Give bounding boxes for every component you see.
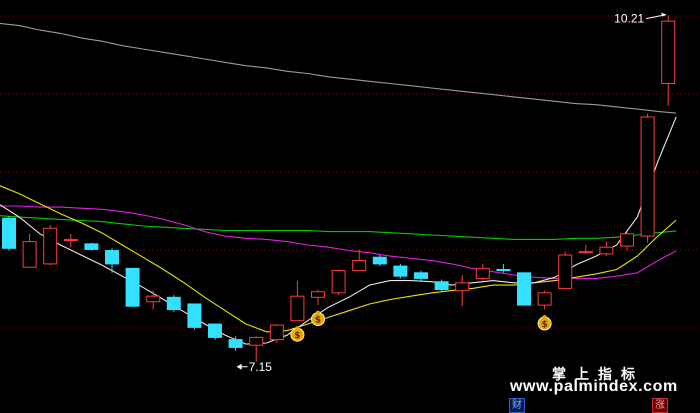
candle-body <box>558 254 573 289</box>
money-bag-symbol: $ <box>541 320 547 330</box>
candle <box>537 290 552 310</box>
candle <box>496 263 511 273</box>
candle <box>331 269 346 296</box>
ma-line-gray <box>0 22 677 114</box>
candle-body <box>331 270 346 294</box>
candle-body <box>620 233 634 247</box>
money-bag-symbol: $ <box>294 331 300 341</box>
candle-body <box>187 303 202 328</box>
candle <box>434 279 449 292</box>
money-bag-knot <box>542 315 547 320</box>
candle-body <box>208 323 222 338</box>
candle <box>2 216 16 251</box>
min-price-label: 7.15 <box>249 360 273 374</box>
candle <box>22 233 37 268</box>
candle <box>661 15 676 106</box>
candle <box>63 233 78 248</box>
candle-body <box>311 291 325 298</box>
candle-body <box>578 251 593 254</box>
watermark-url: www.palmindex.com <box>510 378 678 395</box>
candle <box>640 113 655 243</box>
candle <box>311 289 325 306</box>
finance-tag[interactable]: 财 <box>509 398 525 413</box>
candle-body <box>2 217 16 249</box>
candle-body <box>105 250 119 265</box>
candle <box>249 336 264 362</box>
candle <box>620 231 634 251</box>
candle-body <box>166 296 181 311</box>
candle-body <box>228 339 243 348</box>
candle <box>414 270 428 281</box>
candle <box>290 280 305 322</box>
candle <box>228 336 243 351</box>
ma-line-green <box>0 215 677 240</box>
candle <box>208 323 222 340</box>
candle-body <box>63 238 78 242</box>
candle-body <box>372 256 387 265</box>
candle-body <box>393 265 408 277</box>
ma-line-magenta <box>0 205 677 279</box>
min-arrow-head <box>236 363 242 370</box>
candle-body <box>125 267 140 307</box>
candle-body <box>146 295 161 303</box>
candle-body <box>537 292 552 306</box>
candle-body <box>22 241 37 268</box>
money-bag-icon: $ <box>311 310 325 327</box>
max-arrow-head <box>661 12 667 17</box>
candle <box>393 263 408 279</box>
candle-body <box>640 116 655 237</box>
money-bag-knot <box>316 310 320 315</box>
candle-body <box>84 243 99 250</box>
rise-tag[interactable]: 涨 <box>652 398 668 413</box>
candle <box>125 267 140 307</box>
candle <box>455 275 470 307</box>
money-bag-knot <box>295 326 300 331</box>
candle <box>475 263 490 281</box>
candle-body <box>599 246 614 255</box>
candle <box>43 224 58 266</box>
candle <box>269 324 284 343</box>
candle <box>146 290 161 310</box>
moving-average-lines <box>0 22 677 345</box>
candle-body <box>352 260 367 272</box>
candle-body <box>475 267 490 279</box>
money-bag-symbol: $ <box>315 316 321 326</box>
candle <box>84 242 99 251</box>
candle <box>599 241 614 257</box>
candle <box>372 254 387 267</box>
candle-body <box>517 272 531 306</box>
candle <box>166 295 181 312</box>
money-bag-icon: $ <box>537 315 552 331</box>
candle-body <box>434 281 449 291</box>
candle-body <box>290 295 305 322</box>
max-price-label: 10.21 <box>614 12 644 26</box>
candle-body <box>496 268 511 272</box>
candle <box>517 272 531 306</box>
candle-body <box>269 324 284 341</box>
candle <box>558 251 573 289</box>
ma-line-yellow <box>0 185 677 333</box>
candle <box>105 248 119 273</box>
candle-body <box>455 282 470 292</box>
money-bag-icons: $ $ $ <box>290 310 552 342</box>
candles <box>2 15 676 362</box>
candle-body <box>414 272 428 279</box>
candle <box>578 244 593 254</box>
grid-lines <box>0 15 700 329</box>
candlestick-chart: $ $ $ 10.21 7.15 <box>0 12 700 374</box>
candle <box>187 303 202 330</box>
candle-body <box>249 336 264 346</box>
candle-body <box>661 20 676 85</box>
ma-line-white <box>0 116 677 345</box>
candle-body <box>43 227 58 265</box>
